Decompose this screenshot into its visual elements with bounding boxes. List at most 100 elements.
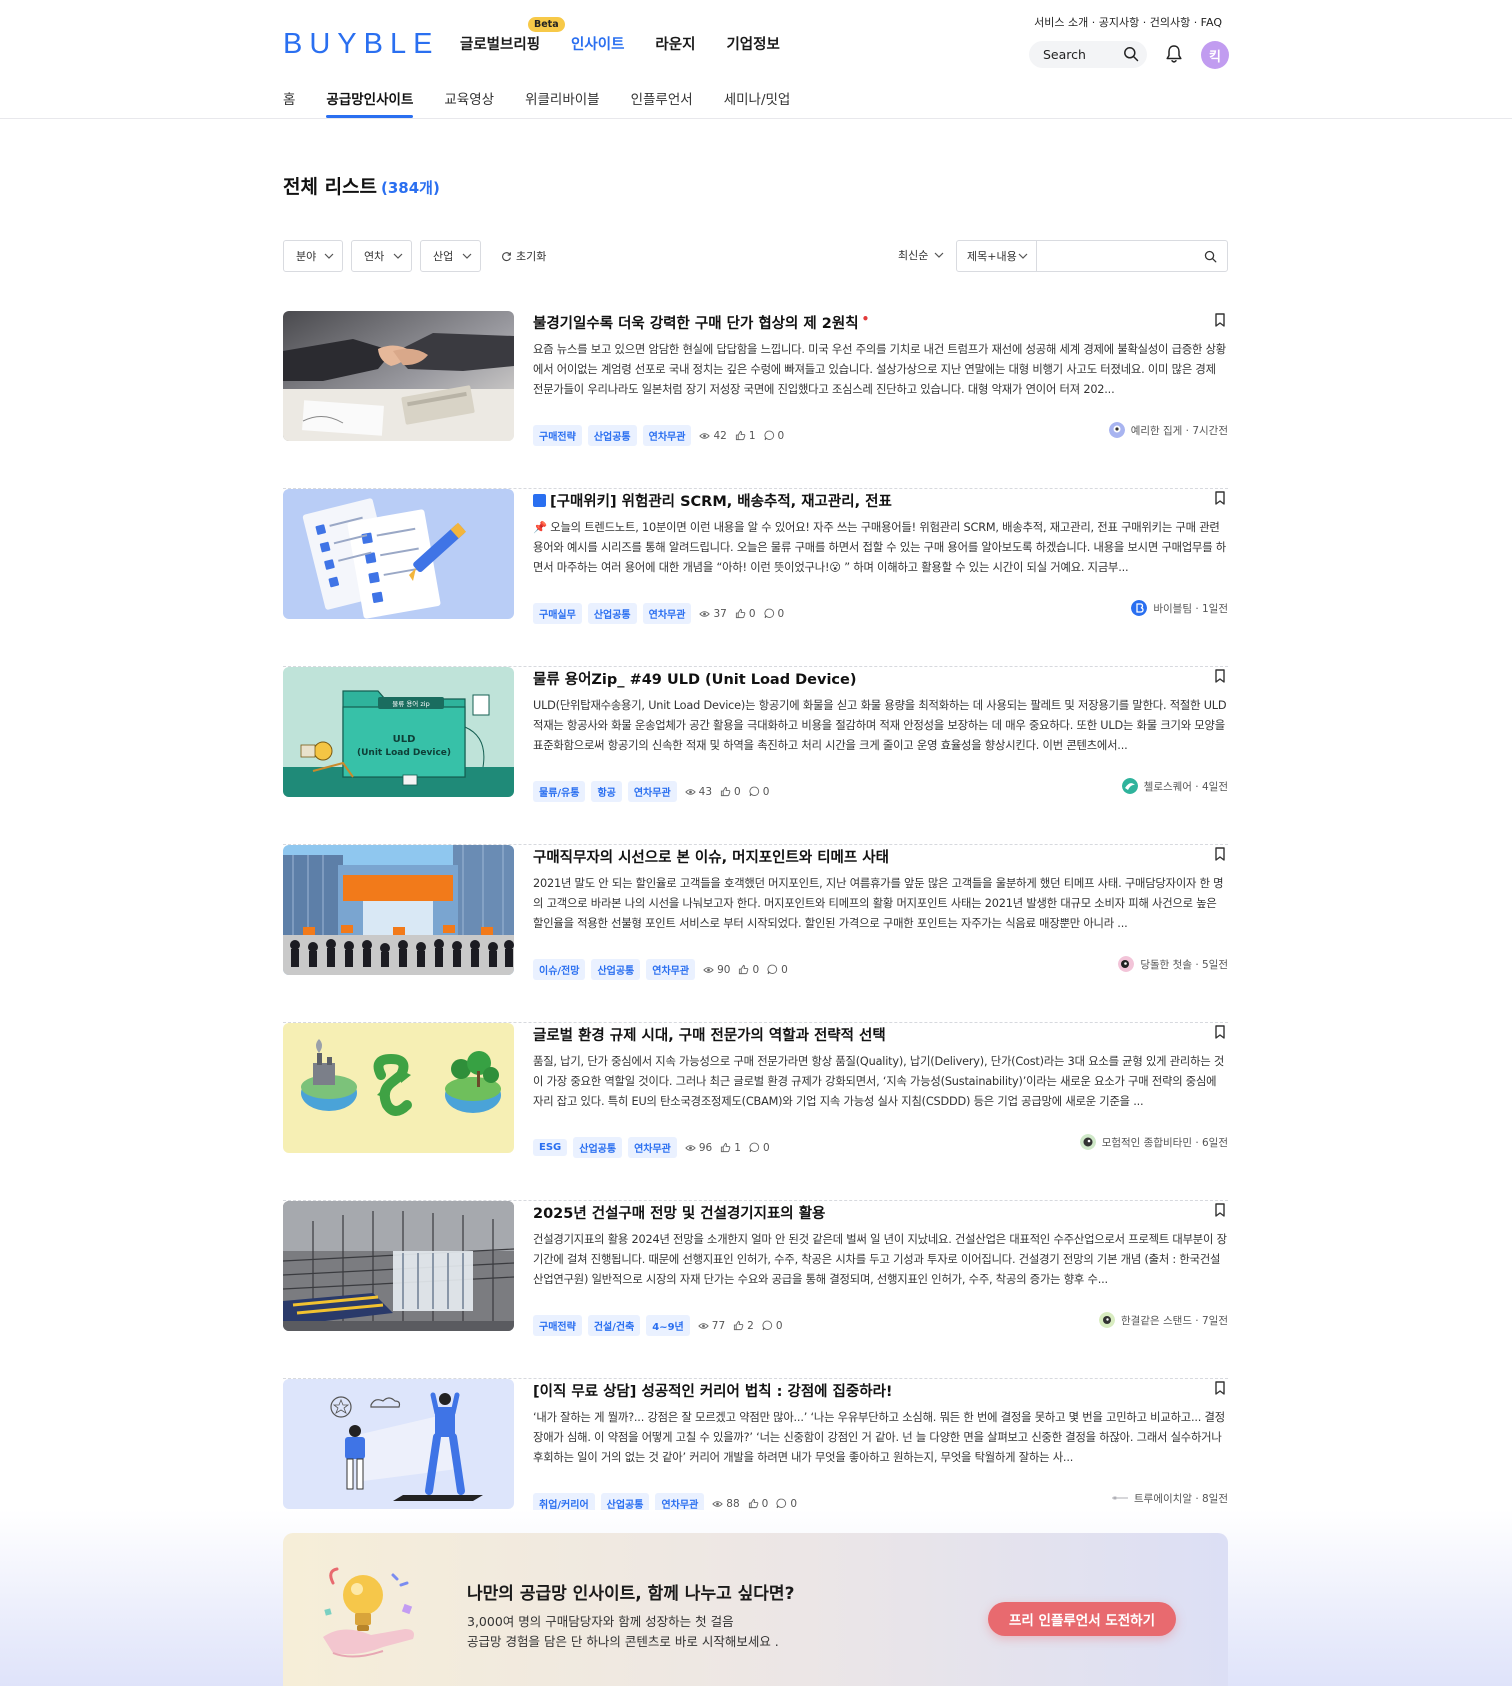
- nav-lounge[interactable]: 라운지: [655, 33, 695, 54]
- nav-company-info[interactable]: 기업정보: [726, 33, 779, 54]
- article-thumbnail[interactable]: [283, 1379, 514, 1509]
- article-tag[interactable]: 물류/유통: [533, 781, 586, 802]
- article-title[interactable]: [이직 무료 상담] 성공적인 커리어 법칙 : 강점에 집중하라!: [533, 1380, 893, 1401]
- comment-icon: [776, 1498, 787, 1509]
- article-card[interactable]: 2025년 건설구매 전망 및 건설경기지표의 활용 건설경기지표의 활용 20…: [283, 1201, 1228, 1379]
- article-tag[interactable]: 4~9년: [646, 1315, 690, 1336]
- comment-icon: [764, 430, 774, 441]
- industry-select[interactable]: 산업: [420, 240, 481, 272]
- nav-insight[interactable]: 인사이트: [571, 33, 624, 54]
- bookmark-icon[interactable]: [1214, 847, 1226, 861]
- eye-icon: [684, 788, 696, 795]
- article-tag[interactable]: 연차무관: [627, 781, 677, 802]
- article-search-input[interactable]: [1037, 241, 1204, 271]
- chevron-down-icon: [934, 252, 944, 258]
- search-icon[interactable]: [1204, 250, 1217, 263]
- free-influencer-challenge-button[interactable]: 프리 인플루언서 도전하기: [988, 1602, 1176, 1636]
- article-thumbnail[interactable]: [283, 311, 514, 441]
- article-card[interactable]: 물류 용어 zip ULD (Unit Load Device) 물류 용어Zi…: [283, 667, 1228, 845]
- article-thumbnail[interactable]: [283, 1201, 514, 1331]
- subnav-seminar[interactable]: 세미나/밋업: [724, 88, 791, 118]
- user-avatar[interactable]: 킥: [1201, 41, 1229, 69]
- article-author[interactable]: 한결같은 스탠드 · 7일전: [1099, 1312, 1228, 1328]
- subnav-education-video[interactable]: 교육영상: [444, 88, 494, 118]
- comment-count: 0: [749, 1142, 770, 1154]
- year-select[interactable]: 연차: [351, 240, 412, 272]
- header-search[interactable]: Search: [1029, 41, 1147, 68]
- article-thumbnail[interactable]: [283, 845, 514, 975]
- article-tag[interactable]: 연차무관: [642, 603, 692, 624]
- article-author-text: 바이블팀 · 1일전: [1153, 602, 1228, 615]
- article-tag[interactable]: 이슈/전망: [533, 959, 586, 980]
- article-title[interactable]: 물류 용어Zip_ #49 ULD (Unit Load Device): [533, 668, 856, 689]
- article-excerpt: 2021년 말도 안 되는 할인율로 고객들을 호객했던 머지포인트, 지난 여…: [533, 877, 1224, 930]
- article-tag[interactable]: 연차무관: [646, 959, 696, 980]
- article-tag[interactable]: 연차무관: [642, 425, 692, 446]
- article-author[interactable]: 첼로스퀘어 · 4일전: [1121, 778, 1228, 794]
- reset-filter-button[interactable]: 초기화: [501, 248, 546, 264]
- field-select-label: 분야: [296, 250, 317, 263]
- field-select[interactable]: 분야: [283, 240, 343, 272]
- article-search: 제목+내용: [956, 240, 1228, 272]
- list-title-text: 전체 리스트: [283, 176, 378, 198]
- article-tag[interactable]: 건설/건축: [587, 1315, 641, 1336]
- bookmark-icon[interactable]: [1214, 313, 1226, 327]
- article-thumbnail[interactable]: [283, 1023, 514, 1153]
- article-excerpt: 건설경기지표의 활용 2024년 전망을 소개한지 얼마 안 된것 같은데 벌써…: [533, 1233, 1227, 1286]
- subnav-influencer[interactable]: 인플루언서: [631, 88, 693, 118]
- article-author[interactable]: 바이블팀 · 1일전: [1131, 600, 1228, 616]
- article-author[interactable]: 트루에이치알 · 8일전: [1112, 1490, 1228, 1506]
- article-thumbnail[interactable]: 물류 용어 zip ULD (Unit Load Device): [283, 667, 514, 797]
- sort-select-label: 최신순: [898, 249, 929, 262]
- article-author-text: 트루에이치알 · 8일전: [1134, 1492, 1228, 1505]
- subnav-supply-insight[interactable]: 공급망인사이트: [326, 88, 413, 118]
- like-count-value: 0: [761, 1497, 769, 1510]
- article-title[interactable]: 불경기일수록 더욱 강력한 구매 단가 협상의 제 2원칙 •: [533, 312, 869, 333]
- bookmark-icon[interactable]: [1214, 491, 1226, 505]
- article-card[interactable]: [구매위키] 위험관리 SCRM, 배송추적, 재고관리, 전표 📌 오늘의 트…: [283, 489, 1228, 667]
- article-tag[interactable]: 연차무관: [628, 1137, 677, 1158]
- article-author-text: 첼로스퀘어 · 4일전: [1143, 780, 1228, 793]
- subnav-weekly-bible[interactable]: 위클리바이블: [525, 88, 600, 118]
- subnav-home[interactable]: 홈: [283, 88, 295, 118]
- comment-icon: [749, 1142, 760, 1153]
- article-tag[interactable]: 산업공통: [591, 959, 641, 980]
- year-select-label: 연차: [364, 250, 385, 263]
- article-tag[interactable]: 항공: [591, 781, 622, 802]
- article-title[interactable]: 구매직무자의 시선으로 본 이슈, 머지포인트와 티메프 사태: [533, 846, 889, 867]
- bookmark-icon[interactable]: [1214, 1381, 1226, 1395]
- article-tag[interactable]: 구매실무: [533, 603, 582, 624]
- article-author[interactable]: 모험적인 종합비타민 · 6일전: [1079, 1134, 1228, 1150]
- article-card[interactable]: 구매직무자의 시선으로 본 이슈, 머지포인트와 티메프 사태 2021년 말도…: [283, 845, 1228, 1023]
- article-tag[interactable]: 구매전략: [533, 425, 582, 446]
- article-author-text: 예리한 집게 · 7시간전: [1130, 424, 1228, 437]
- article-card[interactable]: 불경기일수록 더욱 강력한 구매 단가 협상의 제 2원칙 • 요즘 뉴스를 보고…: [283, 311, 1228, 489]
- bell-icon[interactable]: [1165, 44, 1183, 64]
- article-excerpt: 📌 오늘의 트렌드노트, 10분이면 이런 내용을 알 수 있어요! 자주 쓰는…: [533, 521, 1226, 574]
- comment-count: 0: [762, 1320, 783, 1332]
- comment-icon: [749, 786, 759, 797]
- article-title[interactable]: [구매위키] 위험관리 SCRM, 배송추적, 재고관리, 전표: [533, 490, 892, 511]
- article-tag[interactable]: 산업공통: [587, 425, 637, 446]
- article-tag[interactable]: 산업공통: [587, 603, 637, 624]
- sort-select[interactable]: 최신순: [898, 247, 944, 263]
- nav-global-briefing[interactable]: 글로벌브리핑 Beta: [460, 17, 565, 54]
- bookmark-icon[interactable]: [1214, 1203, 1226, 1217]
- article-title[interactable]: 글로벌 환경 규제 시대, 구매 전문가의 역할과 전략적 선택: [533, 1024, 886, 1045]
- article-author[interactable]: 예리한 집게 · 7시간전: [1108, 422, 1228, 438]
- buyble-logo[interactable]: BUYBLE: [283, 28, 439, 61]
- search-scope-label: 제목+내용: [967, 250, 1017, 263]
- article-tag[interactable]: ESG: [533, 1139, 568, 1156]
- article-author[interactable]: 당돌한 첫솔 · 5일전: [1118, 956, 1228, 972]
- nav-company-info-label: 기업정보: [726, 37, 780, 53]
- search-scope-select[interactable]: 제목+내용: [957, 241, 1037, 271]
- util-links[interactable]: 서비스 소개 · 공지사항 · 건의사항 · FAQ: [1034, 14, 1222, 30]
- article-thumbnail[interactable]: [283, 489, 514, 619]
- bookmark-icon[interactable]: [1214, 1025, 1226, 1039]
- article-tag[interactable]: 산업공통: [573, 1137, 623, 1158]
- eye-icon: [699, 610, 711, 617]
- article-tag[interactable]: 구매전략: [533, 1315, 582, 1336]
- article-title[interactable]: 2025년 건설구매 전망 및 건설경기지표의 활용: [533, 1202, 825, 1223]
- article-card[interactable]: 글로벌 환경 규제 시대, 구매 전문가의 역할과 전략적 선택 품질, 납기,…: [283, 1023, 1228, 1201]
- bookmark-icon[interactable]: [1214, 669, 1226, 683]
